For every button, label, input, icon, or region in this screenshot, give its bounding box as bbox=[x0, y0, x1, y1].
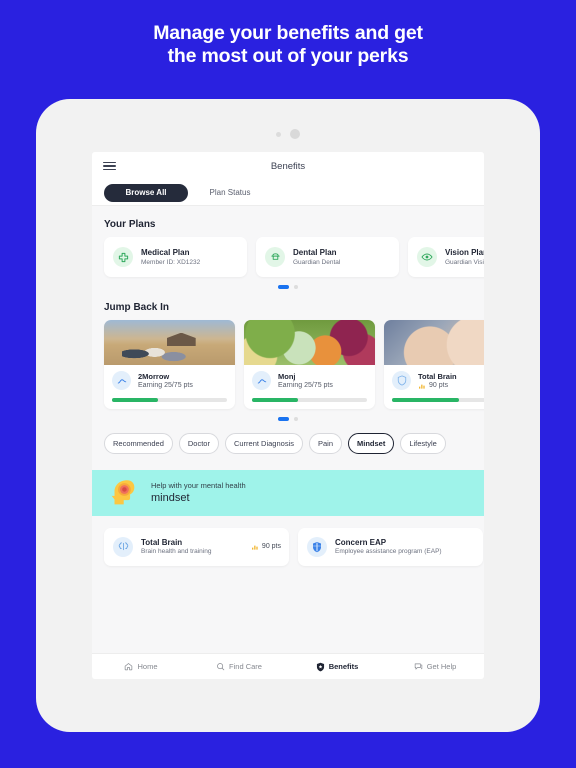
pager-dot-active[interactable] bbox=[278, 416, 289, 421]
device-sensor-row bbox=[36, 129, 540, 139]
your-plans-heading: Your Plans bbox=[104, 219, 156, 230]
plan-name: Dental Plan bbox=[293, 248, 337, 258]
chip-lifestyle[interactable]: Lifestyle bbox=[400, 432, 446, 454]
chat-bubble-icon bbox=[414, 663, 422, 670]
sensor-indicator-icon bbox=[276, 131, 281, 137]
program-name: Concern EAP bbox=[335, 537, 387, 547]
nav-label: Benefits bbox=[328, 662, 359, 671]
brain-icon bbox=[113, 536, 133, 557]
page-title: Benefits bbox=[270, 160, 306, 172]
points-value: 90 pts bbox=[261, 543, 281, 550]
nav-item-benefits[interactable]: Benefits bbox=[288, 662, 386, 672]
nav-label: Get Help bbox=[426, 662, 457, 671]
plan-name: Vision Plan bbox=[445, 248, 484, 258]
shield-icon bbox=[392, 371, 411, 390]
jump-card-title: Monj bbox=[278, 372, 296, 381]
tab-browse-all[interactable]: Browse All bbox=[104, 183, 188, 202]
program-name: Total Brain bbox=[141, 537, 183, 547]
tab-plan-status[interactable]: Plan Status bbox=[188, 184, 272, 202]
vision-eye-icon bbox=[417, 247, 437, 267]
jump-card-subtitle: 90 pts bbox=[418, 382, 457, 390]
plan-card-dental[interactable]: Dental Plan Guardian Dental bbox=[256, 237, 399, 277]
program-subtitle: Employee assistance program (EAP) bbox=[335, 548, 442, 556]
program-card-concern-eap[interactable]: Concern EAP Employee assistance program … bbox=[298, 527, 483, 566]
fresh-vegetables-photo bbox=[244, 320, 375, 365]
plan-card-vision[interactable]: Vision Plan Guardian Vision bbox=[408, 237, 484, 277]
promo-headline: Manage your benefits and get the most ou… bbox=[0, 22, 576, 68]
head-mindset-icon bbox=[111, 479, 135, 504]
jump-card-subtitle: Earning 25/75 pts bbox=[138, 382, 193, 389]
search-icon bbox=[217, 663, 225, 671]
nav-label: Home bbox=[137, 662, 158, 671]
nav-item-home[interactable]: Home bbox=[92, 662, 190, 671]
jump-card-subtitle: Earning 25/75 pts bbox=[278, 382, 333, 389]
dental-tooth-icon bbox=[265, 247, 285, 267]
jump-card-title: Total Brain bbox=[418, 371, 457, 381]
nav-item-get-help[interactable]: Get Help bbox=[386, 662, 484, 671]
plan-card-medical[interactable]: Medical Plan Member ID: XD1232 bbox=[104, 237, 247, 277]
nav-label: Find Care bbox=[229, 662, 262, 671]
plan-subtitle: Guardian Dental bbox=[293, 258, 341, 266]
jump-card-2morrow[interactable]: 2Morrow Earning 25/75 pts bbox=[104, 320, 235, 409]
banner-subtitle: Help with your mental health bbox=[151, 481, 246, 490]
app-screen: Benefits Browse All Plan Status Your Pla… bbox=[92, 152, 484, 679]
chip-recommended[interactable]: Recommended bbox=[104, 432, 173, 454]
your-plans-carousel[interactable]: Medical Plan Member ID: XD1232 Dental Pl… bbox=[92, 237, 484, 277]
progress-bar bbox=[392, 398, 484, 402]
front-camera-icon bbox=[290, 129, 300, 139]
segmented-control: Browse All Plan Status bbox=[92, 180, 484, 206]
chip-current-diagnosis[interactable]: Current Diagnosis bbox=[224, 432, 303, 454]
jump-card-title: 2Morrow bbox=[138, 372, 170, 381]
your-plans-pager[interactable] bbox=[92, 285, 484, 289]
family-walking-field-photo bbox=[104, 320, 235, 365]
activity-icon bbox=[252, 371, 271, 390]
mindset-banner[interactable]: Help with your mental health mindset bbox=[92, 469, 484, 516]
medical-cross-icon bbox=[113, 247, 133, 267]
chip-doctor[interactable]: Doctor bbox=[178, 432, 219, 454]
home-icon bbox=[125, 663, 133, 671]
jump-back-in-heading: Jump Back In bbox=[104, 302, 170, 313]
banner-title: mindset bbox=[151, 492, 190, 504]
program-subtitle: Brain health and training bbox=[141, 548, 212, 556]
activity-icon bbox=[112, 371, 131, 390]
shield-icon bbox=[316, 662, 324, 671]
hands-holding-photo bbox=[384, 320, 484, 365]
jump-card-monj[interactable]: Monj Earning 25/75 pts bbox=[244, 320, 375, 409]
points-value: 90 pts bbox=[429, 382, 449, 389]
plan-subtitle: Guardian Vision bbox=[445, 258, 484, 266]
chip-pain[interactable]: Pain bbox=[308, 432, 342, 454]
pager-dot[interactable] bbox=[294, 416, 298, 421]
app-header: Benefits bbox=[92, 152, 484, 180]
jump-back-in-carousel[interactable]: 2Morrow Earning 25/75 pts Monj Earning 2… bbox=[92, 320, 484, 409]
program-card-total-brain[interactable]: Total Brain Brain health and training 90… bbox=[104, 527, 289, 566]
pager-dot[interactable] bbox=[294, 285, 298, 289]
points-badge-icon bbox=[419, 384, 425, 389]
globe-shield-icon bbox=[307, 536, 327, 557]
program-card-row: Total Brain Brain health and training 90… bbox=[92, 516, 484, 566]
plan-subtitle: Member ID: XD1232 bbox=[141, 258, 201, 266]
jump-back-in-pager[interactable] bbox=[92, 416, 484, 421]
plan-name: Medical Plan bbox=[141, 248, 190, 258]
bottom-navigation: Home Find Care Benefits Get Help bbox=[92, 653, 484, 679]
jump-card-total-brain[interactable]: Total Brain 90 pts bbox=[384, 320, 484, 409]
chip-mindset[interactable]: Mindset bbox=[348, 432, 395, 454]
filter-chip-row[interactable]: Recommended Doctor Current Diagnosis Pai… bbox=[92, 432, 484, 459]
progress-bar bbox=[252, 398, 367, 402]
progress-bar bbox=[112, 398, 227, 402]
tablet-device-frame: Benefits Browse All Plan Status Your Pla… bbox=[36, 99, 540, 732]
pager-dot-active[interactable] bbox=[278, 285, 289, 289]
scroll-body[interactable]: Your Plans Medical Plan Member ID: XD123… bbox=[92, 206, 484, 653]
program-points: 90 pts bbox=[251, 543, 281, 551]
nav-item-find-care[interactable]: Find Care bbox=[190, 662, 288, 671]
points-badge-icon bbox=[252, 545, 259, 550]
headline-line-2: the most out of your perks bbox=[167, 45, 409, 67]
headline-line-1: Manage your benefits and get bbox=[153, 22, 423, 44]
